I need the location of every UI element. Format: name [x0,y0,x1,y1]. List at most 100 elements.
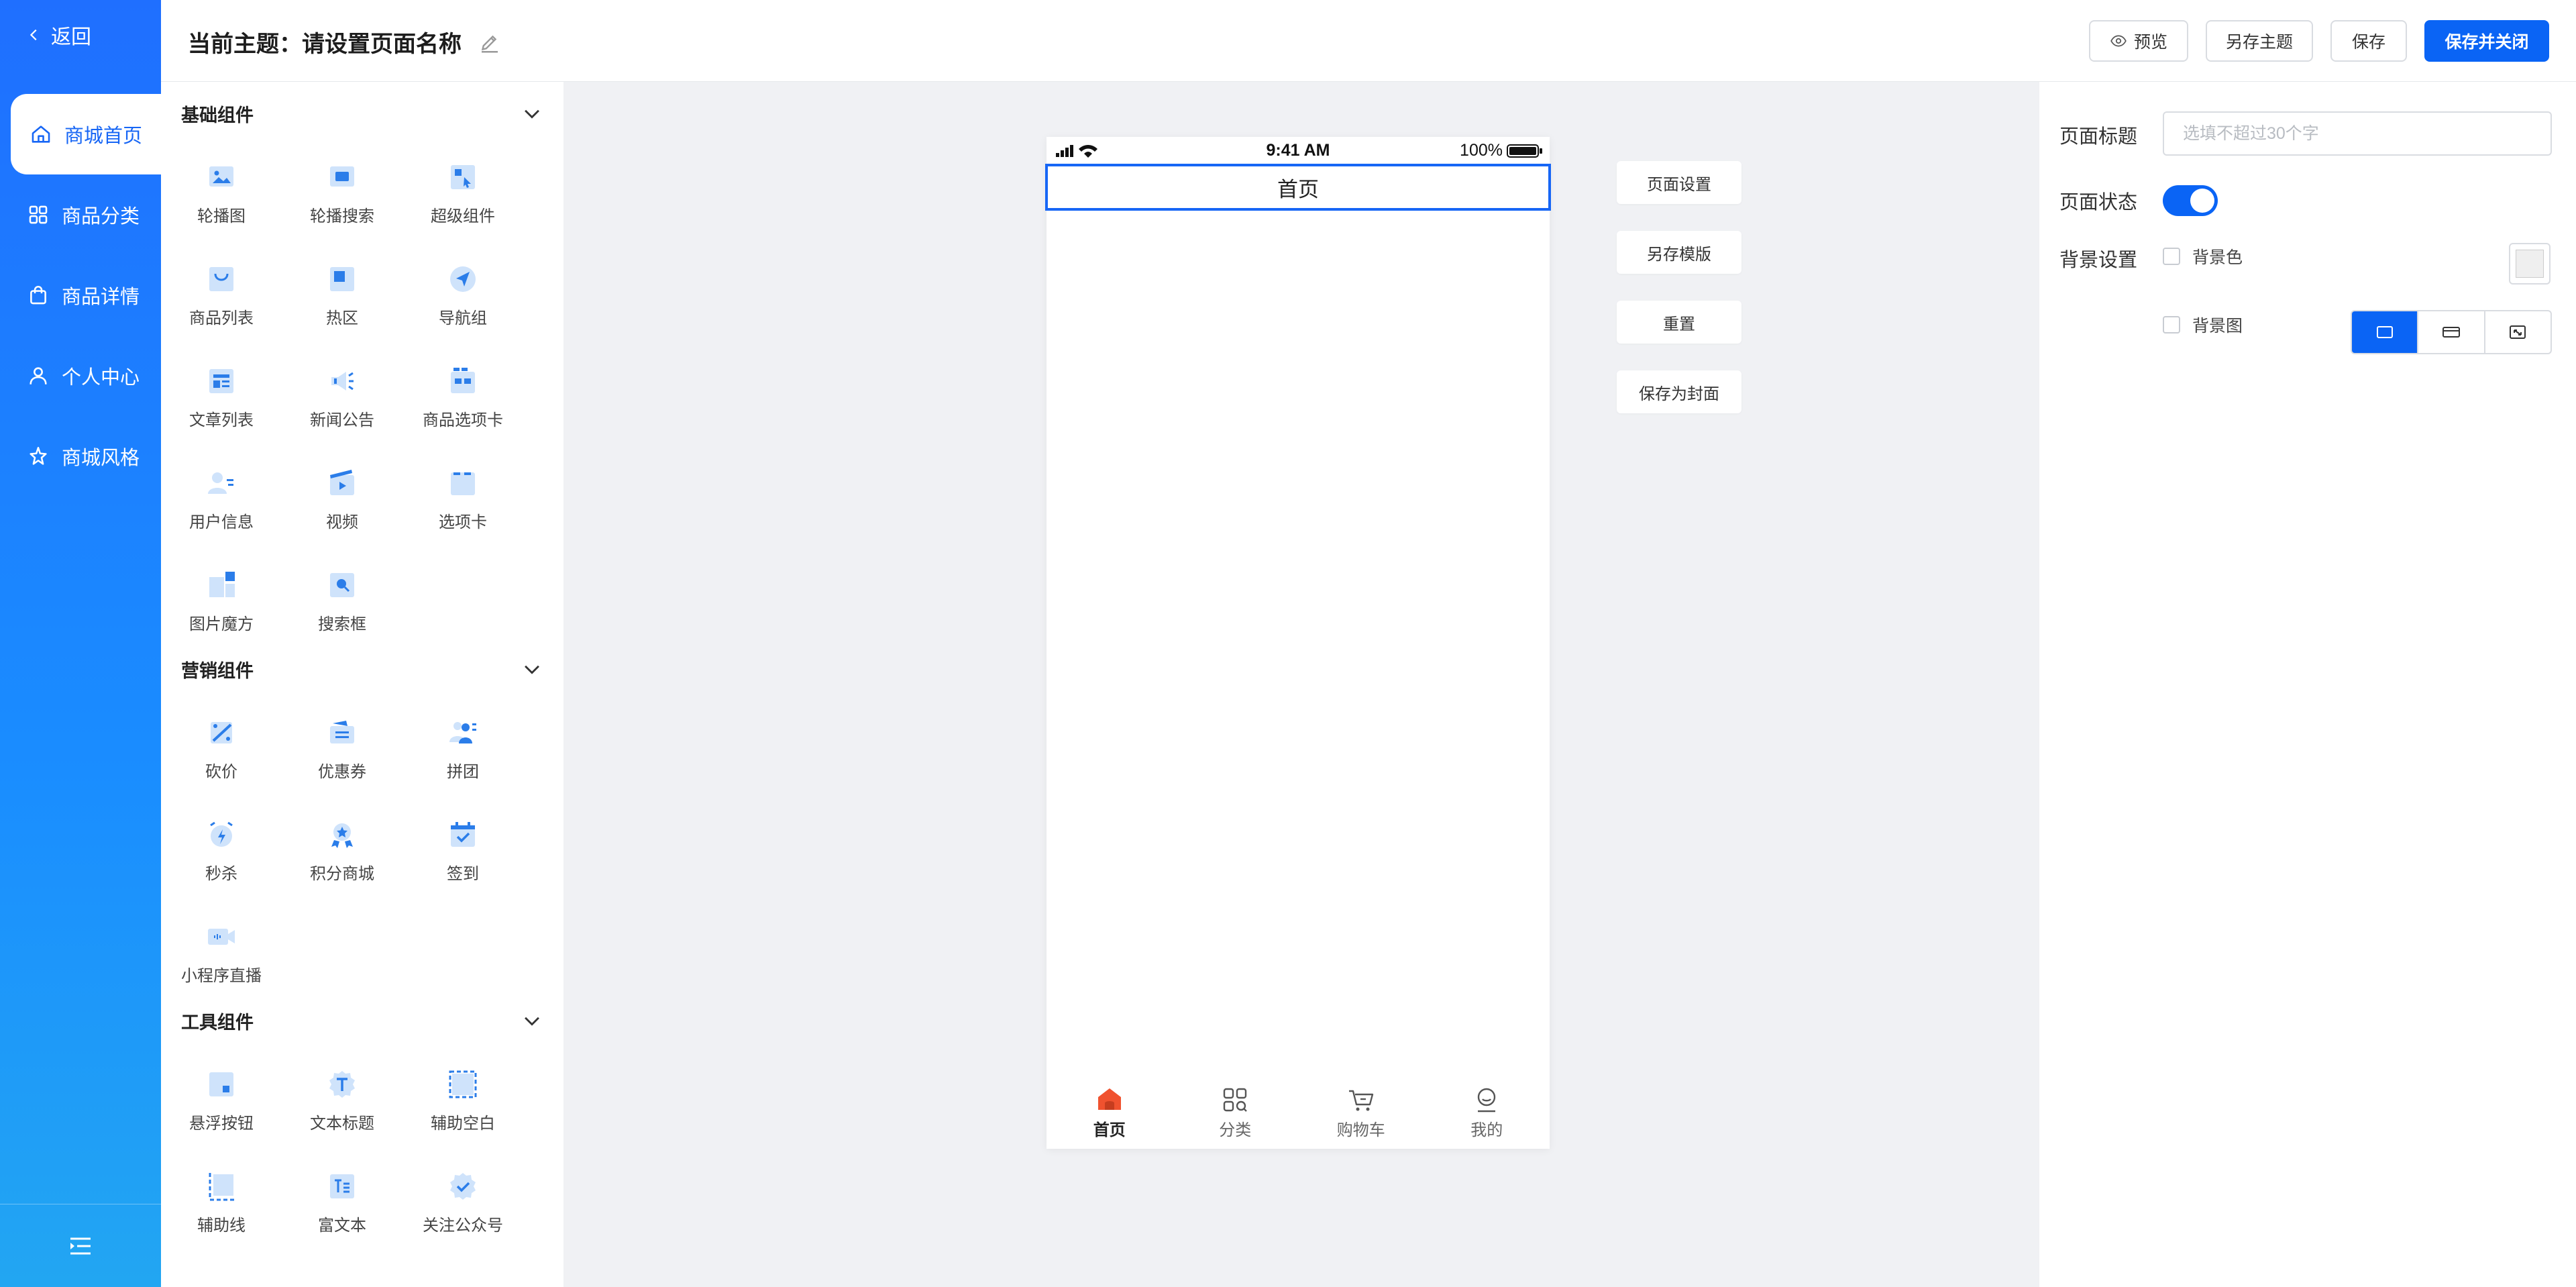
component-label: 商品列表 [189,309,254,327]
component-label: 秒杀 [205,865,237,883]
bg-color-picker[interactable] [2509,243,2551,285]
page-status-toggle[interactable] [2163,185,2218,216]
user-icon [30,367,47,384]
component-bargain[interactable]: 砍价 [161,710,282,790]
page-title-label: 页面标题 [2059,126,2138,148]
bg-color-checkbox[interactable] [2163,248,2180,265]
component-mini-live[interactable]: 小程序直播 [161,914,282,994]
text-icon [329,1071,355,1098]
bg-mode-stretch[interactable] [2418,311,2485,353]
component-label: 新闻公告 [310,411,374,429]
phone-tab-category[interactable]: 分类 [1173,1075,1299,1149]
component-panel: 基础组件 轮播图 轮播搜索 超级组件 商品列表 热区 导航组 文章列表 新闻公告… [161,82,564,1287]
search-icon [330,573,354,597]
component-news[interactable]: 新闻公告 [282,358,402,439]
component-group-buy[interactable]: 拼团 [402,710,523,790]
group-title: 工具组件 [181,1012,254,1033]
bargain-icon [211,722,232,743]
sidebar-item-label: 个人中心 [62,367,140,389]
bg-image-checkbox[interactable] [2163,316,2180,333]
component-points-mall[interactable]: 积分商城 [282,812,402,892]
image-cube-icon [209,572,235,597]
bg-color-option: 背景色 [2163,244,2243,268]
sidebar-item-product-detail[interactable]: 商品详情 [0,255,161,336]
tab-label: 分类 [1219,1121,1252,1139]
sidebar-item-category[interactable]: 商品分类 [0,174,161,255]
save-as-theme-button[interactable]: 另存主题 [2206,20,2313,62]
hotspot-icon [330,267,354,291]
bg-mode-tile[interactable] [2485,311,2551,353]
phone-page-header[interactable]: 首页 [1045,164,1551,211]
battery-icon [1507,144,1542,158]
sidebar-item-user-center[interactable]: 个人中心 [0,336,161,416]
float-button-icon [209,1072,233,1096]
component-carousel-search[interactable]: 轮播搜索 [282,154,402,235]
verified-badge-icon [450,1173,476,1200]
page-settings-button[interactable]: 页面设置 [1617,161,1741,204]
component-follow-account[interactable]: 关注公众号 [402,1164,523,1244]
component-float-button[interactable]: 悬浮按钮 [161,1062,282,1142]
component-flash-sale[interactable]: 秒杀 [161,812,282,892]
super-component-icon [451,165,475,189]
sidebar-nav: 商城首页 商品分类 商品详情 个人中心 商城风格 [0,94,161,497]
phone-tab-mine[interactable]: 我的 [1424,1075,1550,1149]
component-user-info[interactable]: 用户信息 [161,460,282,541]
back-label: 返回 [51,26,91,48]
component-image-cube[interactable]: 图片魔方 [161,562,282,643]
component-label: 文章列表 [189,411,254,429]
component-coupon[interactable]: 优惠券 [282,710,402,790]
phone-preview[interactable]: 9:41 AM 100% 首页 首页 分类 购物车 我的 [1045,137,1551,1149]
component-divider-line[interactable]: 辅助线 [161,1164,282,1244]
component-spacer[interactable]: 辅助空白 [402,1062,523,1142]
sidebar-item-label: 商城首页 [64,125,143,147]
sidebar-item-home[interactable]: 商城首页 [11,94,161,174]
save-button[interactable]: 保存 [2330,20,2407,62]
component-product-tabs[interactable]: 商品选项卡 [402,358,523,439]
page-title-input[interactable] [2163,111,2552,156]
reset-button[interactable]: 重置 [1617,301,1741,344]
component-nav-group[interactable]: 导航组 [402,256,523,337]
bg-color-label: 背景色 [2192,248,2243,267]
group-header-marketing[interactable]: 营销组件 [181,652,543,686]
live-camera-icon [208,929,235,945]
bg-mode-fill[interactable] [2352,311,2419,353]
preview-button[interactable]: 预览 [2089,20,2188,62]
save-template-button[interactable]: 另存模版 [1617,231,1741,274]
home-filled-icon [1097,1088,1121,1110]
chevron-down-icon [525,109,539,119]
phone-tab-cart[interactable]: 购物车 [1298,1075,1424,1149]
property-panel: 页面标题 页面状态 背景设置 背景色 背景图 [2039,82,2576,1287]
save-cover-button[interactable]: 保存为封面 [1617,370,1741,413]
component-label: 热区 [326,309,358,327]
phone-tab-home[interactable]: 首页 [1046,1075,1173,1149]
collapse-sidebar-button[interactable] [0,1204,161,1287]
page-settings-label: 页面设置 [1647,175,1711,194]
carousel-search-icon [330,166,354,187]
save-template-label: 另存模版 [1647,245,1711,264]
component-rich-text[interactable]: 富文本 [282,1164,402,1244]
component-super[interactable]: 超级组件 [402,154,523,235]
group-header-tools[interactable]: 工具组件 [181,1004,543,1037]
tab-label: 购物车 [1336,1121,1385,1139]
phone-page-title: 首页 [1277,177,1319,201]
component-video[interactable]: 视频 [282,460,402,541]
component-check-in[interactable]: 签到 [402,812,523,892]
toggle-knob [2190,189,2214,213]
component-article-list[interactable]: 文章列表 [161,358,282,439]
edit-icon[interactable] [478,30,502,54]
component-text-title[interactable]: 文本标题 [282,1062,402,1142]
sidebar-item-style[interactable]: 商城风格 [0,416,161,497]
component-label: 小程序直播 [181,967,262,985]
save-and-close-button[interactable]: 保存并关闭 [2424,20,2549,62]
component-carousel[interactable]: 轮播图 [161,154,282,235]
component-hotspot[interactable]: 热区 [282,256,402,337]
component-label: 视频 [326,513,358,531]
component-label: 悬浮按钮 [189,1115,254,1133]
design-canvas: 9:41 AM 100% 首页 首页 分类 购物车 我的 页面设置 另存模版 重… [564,82,2039,1287]
component-product-list[interactable]: 商品列表 [161,256,282,337]
phone-tab-bar: 首页 分类 购物车 我的 [1046,1075,1550,1149]
component-search-box[interactable]: 搜索框 [282,562,402,643]
component-tabs[interactable]: 选项卡 [402,460,523,541]
component-label: 签到 [447,865,479,883]
back-button[interactable]: 返回 [27,19,91,51]
